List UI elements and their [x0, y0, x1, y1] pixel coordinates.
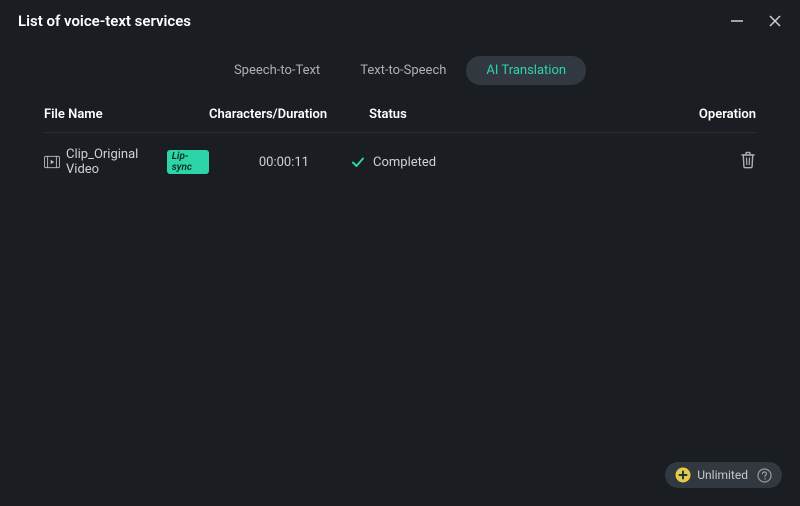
- col-header-filename: File Name: [44, 107, 209, 122]
- cell-status: Completed: [329, 155, 449, 170]
- tab-ai-translation[interactable]: AI Translation: [466, 56, 586, 85]
- col-header-status: Status: [347, 107, 467, 122]
- help-icon: [757, 468, 772, 483]
- footer: Unlimited: [665, 462, 782, 488]
- col-header-duration: Characters/Duration: [209, 107, 347, 122]
- unlimited-label: Unlimited: [697, 468, 748, 482]
- services-table: File Name Characters/Duration Status Ope…: [0, 107, 800, 191]
- check-icon: [351, 155, 365, 169]
- cell-filename: Clip_Original Video Lip-sync: [44, 147, 209, 177]
- tabs: Speech-to-Text Text-to-Speech AI Transla…: [0, 56, 800, 85]
- window-title: List of voice-text services: [18, 12, 191, 30]
- status-text: Completed: [373, 155, 436, 170]
- minimize-button[interactable]: [730, 14, 744, 28]
- plus-circle-icon: [675, 467, 691, 483]
- filename-text: Clip_Original Video: [66, 147, 161, 177]
- col-header-operation: Operation: [467, 107, 756, 122]
- unlimited-button[interactable]: Unlimited: [665, 462, 782, 488]
- lip-sync-badge: Lip-sync: [167, 150, 209, 174]
- video-clip-icon: [44, 155, 60, 169]
- tab-speech-to-text[interactable]: Speech-to-Text: [214, 56, 340, 85]
- titlebar: List of voice-text services: [0, 0, 800, 38]
- cell-operation: [449, 151, 756, 173]
- table-row: Clip_Original Video Lip-sync 00:00:11 Co…: [44, 133, 756, 191]
- close-button[interactable]: [768, 14, 782, 28]
- window-controls: [730, 14, 782, 28]
- delete-button[interactable]: [740, 151, 756, 169]
- tab-text-to-speech[interactable]: Text-to-Speech: [340, 56, 466, 85]
- close-icon: [768, 14, 782, 28]
- cell-duration: 00:00:11: [209, 155, 329, 170]
- table-header: File Name Characters/Duration Status Ope…: [44, 107, 756, 133]
- trash-icon: [740, 151, 756, 169]
- minimize-icon: [730, 14, 744, 28]
